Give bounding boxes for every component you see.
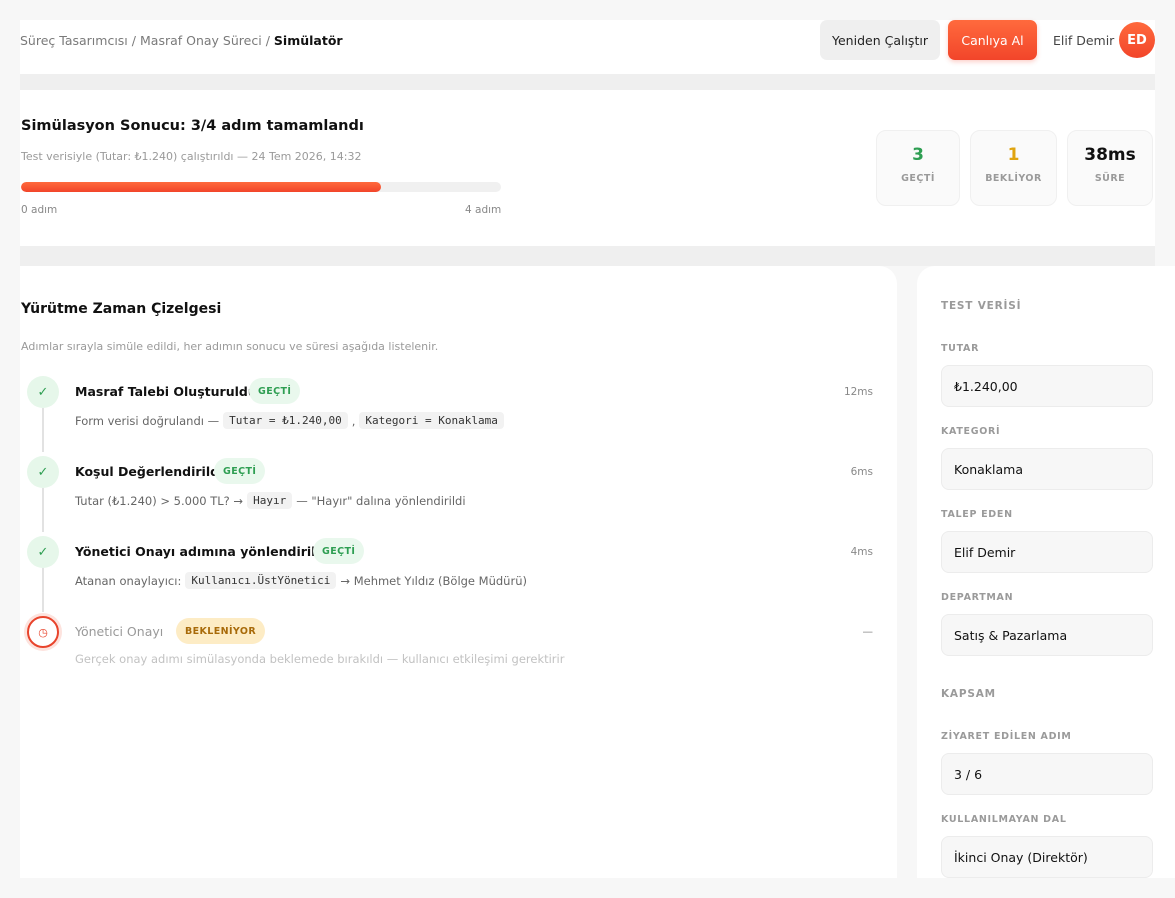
- status-badge: GEÇTİ: [249, 378, 301, 404]
- visited-steps-field[interactable]: 3 / 6: [941, 753, 1153, 795]
- step-desc-text: → Mehmet Yıldız (Bölge Müdürü): [340, 573, 527, 588]
- user-name: Elif Demir: [1053, 33, 1115, 48]
- field-label-amount: TUTAR: [941, 343, 980, 354]
- status-badge: BEKLENİYOR: [176, 618, 266, 644]
- stat-waiting: 1 BEKLİYOR: [970, 130, 1057, 206]
- field-label-requester: TALEP EDEN: [941, 509, 1013, 520]
- avatar[interactable]: ED: [1119, 22, 1155, 58]
- field-label-unused-branch: KULLANILMAYAN DAL: [941, 814, 1067, 825]
- step-duration: —: [862, 626, 874, 638]
- progress-track: [21, 182, 501, 192]
- clock-icon: ◷: [27, 616, 59, 648]
- breadcrumb-item-designer[interactable]: Süreç Tasarımcısı: [20, 33, 128, 48]
- progress-min-label: 0 adım: [21, 204, 58, 216]
- step-description: Atanan onaylayıcı: Kullanıcı.ÜstYönetici…: [75, 572, 527, 589]
- stat-duration-label: SÜRE: [1094, 173, 1126, 184]
- timeline-title: Yürütme Zaman Çizelgesi: [21, 301, 222, 317]
- field-label-category: KATEGORİ: [941, 426, 1001, 437]
- test-data-panel: TEST VERİSİ TUTAR ₺1.240,00 KATEGORİ Kon…: [917, 266, 1175, 878]
- timeline-connector: [42, 408, 44, 452]
- stat-duration: 38ms SÜRE: [1067, 130, 1153, 206]
- check-icon: ✓: [27, 456, 59, 488]
- divider: [20, 246, 1155, 266]
- step-code: Kategori = Konaklama: [359, 412, 504, 429]
- step-code: Kullanıcı.ÜstYönetici: [185, 572, 337, 589]
- step-code: Hayır: [247, 492, 293, 509]
- stat-duration-value: 38ms: [1084, 145, 1136, 165]
- summary-subtitle: Test verisiyle (Tutar: ₺1.240) çalıştırı…: [21, 150, 362, 163]
- stat-waiting-value: 1: [1007, 145, 1020, 165]
- step-title: Koşul Değerlendirildi: [75, 464, 224, 479]
- deploy-button[interactable]: Canlıya Al: [948, 20, 1037, 60]
- simulation-summary: Simülasyon Sonucu: 3/4 adım tamamlandı T…: [20, 90, 1155, 246]
- check-icon: ✓: [27, 376, 59, 408]
- execution-timeline: Yürütme Zaman Çizelgesi Adımlar sırayla …: [20, 266, 897, 878]
- progress-fill: [21, 182, 381, 192]
- step-description: Form verisi doğrulandı — Tutar = ₺1.240,…: [75, 412, 508, 429]
- timeline-connector: [42, 488, 44, 532]
- test-data-heading: TEST VERİSİ: [941, 300, 1022, 312]
- category-field[interactable]: Konaklama: [941, 448, 1153, 490]
- step-description: Tutar (₺1.240) > 5.000 TL? → Hayır — "Ha…: [75, 492, 466, 509]
- step-title: Yönetici Onayı: [75, 624, 164, 639]
- step-desc-text: Form verisi doğrulandı —: [75, 413, 220, 428]
- step-desc-text: — "Hayır" dalına yönlendirildi: [296, 493, 466, 508]
- rerun-button[interactable]: Yeniden Çalıştır: [820, 20, 940, 60]
- step-title: Masraf Talebi Oluşturuldu: [75, 384, 257, 399]
- status-badge: GEÇTİ: [214, 458, 266, 484]
- step-duration: 12ms: [843, 386, 873, 398]
- breadcrumb-separator: /: [265, 33, 270, 48]
- breadcrumb-separator: /: [131, 33, 136, 48]
- stat-waiting-label: BEKLİYOR: [985, 173, 1042, 184]
- step-code: Tutar = ₺1.240,00: [223, 412, 348, 429]
- stat-passed: 3 GEÇTİ: [876, 130, 960, 206]
- step-duration: 4ms: [850, 546, 873, 558]
- unused-branch-field[interactable]: İkinci Onay (Direktör): [941, 836, 1153, 878]
- requester-field[interactable]: Elif Demir: [941, 531, 1153, 573]
- summary-title: Simülasyon Sonucu: 3/4 adım tamamlandı: [21, 118, 364, 134]
- step-desc-text: ,: [351, 413, 356, 428]
- department-field[interactable]: Satış & Pazarlama: [941, 614, 1153, 656]
- progress-max-label: 4 adım: [465, 204, 502, 216]
- step-title: Yönetici Onayı adımına yönlendirildi: [75, 544, 329, 559]
- field-label-department: DEPARTMAN: [941, 592, 1014, 603]
- field-label-visited-steps: ZİYARET EDİLEN ADIM: [941, 731, 1072, 742]
- breadcrumb-current: Simülatör: [273, 33, 343, 48]
- step-desc-text: Tutar (₺1.240) > 5.000 TL? →: [75, 493, 244, 508]
- check-icon: ✓: [27, 536, 59, 568]
- top-bar: Süreç Tasarımcısı / Masraf Onay Süreci / Sim…: [20, 20, 1155, 74]
- step-desc-text: Gerçek onay adımı simülasyonda beklemede…: [75, 652, 565, 666]
- amount-field[interactable]: ₺1.240,00: [941, 365, 1153, 407]
- divider: [20, 74, 1155, 90]
- step-desc-text: Atanan onaylayıcı:: [75, 573, 182, 588]
- stat-passed-label: GEÇTİ: [901, 173, 935, 184]
- step-description: Gerçek onay adımı simülasyonda beklemede…: [75, 652, 564, 666]
- timeline-connector: [42, 567, 44, 612]
- coverage-heading: KAPSAM: [941, 688, 996, 700]
- breadcrumb-item-process[interactable]: Masraf Onay Süreci: [140, 33, 262, 48]
- breadcrumb: Süreç Tasarımcısı / Masraf Onay Süreci / Sim…: [20, 33, 343, 48]
- stat-passed-value: 3: [912, 145, 924, 165]
- timeline-subtitle: Adımlar sırayla simüle edildi, her adımı…: [21, 340, 439, 353]
- step-duration: 6ms: [850, 466, 873, 478]
- status-badge: GEÇTİ: [313, 538, 365, 564]
